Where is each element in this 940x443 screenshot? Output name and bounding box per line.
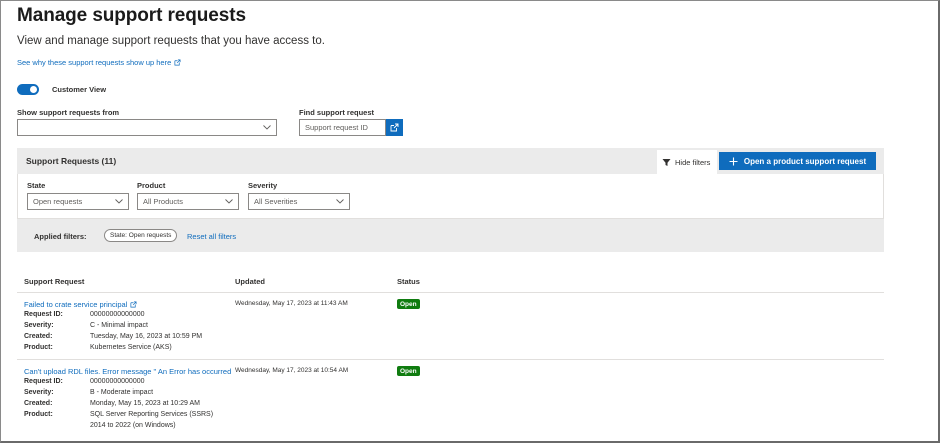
status-badge: Open: [397, 366, 420, 376]
see-why-link[interactable]: See why these support requests show up h…: [17, 58, 181, 67]
request-title-link[interactable]: Failed to crate service principal: [24, 300, 137, 309]
state-filter-label: State: [27, 181, 46, 190]
open-request-label: Open a product support request: [743, 156, 867, 166]
external-link-icon: [130, 301, 137, 308]
column-header-updated[interactable]: Updated: [235, 277, 265, 286]
applied-filter-chip[interactable]: State: Open requests: [104, 229, 178, 242]
page-title: Manage support requests: [17, 5, 246, 26]
chevron-down-icon: [225, 199, 233, 204]
see-why-link-label: See why these support requests show up h…: [17, 58, 172, 67]
created-value: Monday, May 15, 2023 at 10:29 AM: [90, 400, 200, 407]
request-id-value: 00000000000000: [90, 311, 145, 318]
severity-filter-label: Severity: [248, 181, 278, 190]
support-request-id-input[interactable]: Support request ID: [299, 119, 386, 136]
customer-view-row: Customer View: [17, 84, 106, 95]
severity-label: Severity:: [24, 322, 54, 329]
show-from-label: Show support requests from: [17, 108, 120, 117]
applied-filters-bar: Applied filters: State: Open requests Re…: [17, 219, 884, 252]
state-filter-value: Open requests: [33, 197, 83, 206]
plus-icon: [729, 157, 738, 165]
product-filter-label: Product: [137, 181, 166, 190]
page-subtitle: View and manage support requests that yo…: [17, 35, 325, 47]
request-title-text: Can't upload RDL files. Error message " …: [24, 367, 232, 376]
request-id-label: Request ID:: [24, 311, 63, 318]
hide-filters-button[interactable]: Hide filters: [657, 150, 717, 174]
created-label: Created:: [24, 400, 53, 407]
updated-value: Wednesday, May 17, 2023 at 11:43 AM: [235, 300, 348, 307]
severity-label: Severity:: [24, 389, 54, 396]
row-divider: [17, 359, 884, 360]
customer-view-label: Customer View: [52, 85, 107, 94]
created-label: Created:: [24, 333, 53, 340]
updated-value: Wednesday, May 17, 2023 at 10:54 AM: [235, 367, 349, 374]
product-label: Product:: [24, 344, 53, 351]
request-title-link[interactable]: Can't upload RDL files. Error message " …: [24, 367, 231, 376]
product-label: Product:: [24, 411, 53, 418]
created-value: Tuesday, May 16, 2023 at 10:59 PM: [90, 333, 203, 340]
support-requests-panel-header: Support Requests (11) Hide filters Open …: [17, 148, 884, 174]
column-header-support-request[interactable]: Support Request: [24, 277, 84, 286]
chevron-down-icon: [336, 199, 344, 204]
external-link-icon: [174, 59, 181, 66]
customer-view-toggle[interactable]: [17, 84, 39, 95]
toggle-knob: [30, 86, 37, 93]
product-value: Kubernetes Service (AKS): [90, 344, 172, 351]
state-filter-select[interactable]: Open requests: [27, 193, 129, 210]
reset-all-filters-link[interactable]: Reset all filters: [187, 232, 236, 241]
severity-value: C - Minimal impact: [90, 322, 148, 329]
hide-filters-label: Hide filters: [675, 157, 711, 167]
product-value: SQL Server Reporting Services (SSRS): [90, 411, 214, 418]
open-external-icon: [390, 123, 399, 132]
applied-filters-label: Applied filters:: [34, 232, 87, 241]
request-id-label: Request ID:: [24, 378, 63, 385]
find-request-label: Find support request: [299, 108, 374, 117]
show-from-select[interactable]: [17, 119, 277, 136]
header-divider: [17, 292, 884, 293]
filter-icon: [662, 158, 671, 166]
column-header-status[interactable]: Status: [397, 277, 420, 286]
request-id-value: 00000000000000: [90, 378, 145, 385]
severity-filter-value: All Severities: [254, 197, 298, 206]
open-product-support-request-button[interactable]: Open a product support request: [719, 152, 876, 170]
product-value-continued: 2014 to 2022 (on Windows): [90, 422, 176, 429]
severity-filter-select[interactable]: All Severities: [248, 193, 350, 210]
status-badge: Open: [397, 299, 420, 309]
find-request-button[interactable]: [386, 119, 403, 136]
product-filter-select[interactable]: All Products: [137, 193, 239, 210]
product-filter-value: All Products: [143, 197, 184, 206]
severity-value: B - Moderate impact: [90, 389, 154, 396]
chevron-down-icon: [263, 125, 271, 130]
panel-title: Support Requests (11): [26, 156, 117, 166]
request-title-text: Failed to crate service principal: [24, 300, 128, 309]
chevron-down-icon: [115, 199, 123, 204]
